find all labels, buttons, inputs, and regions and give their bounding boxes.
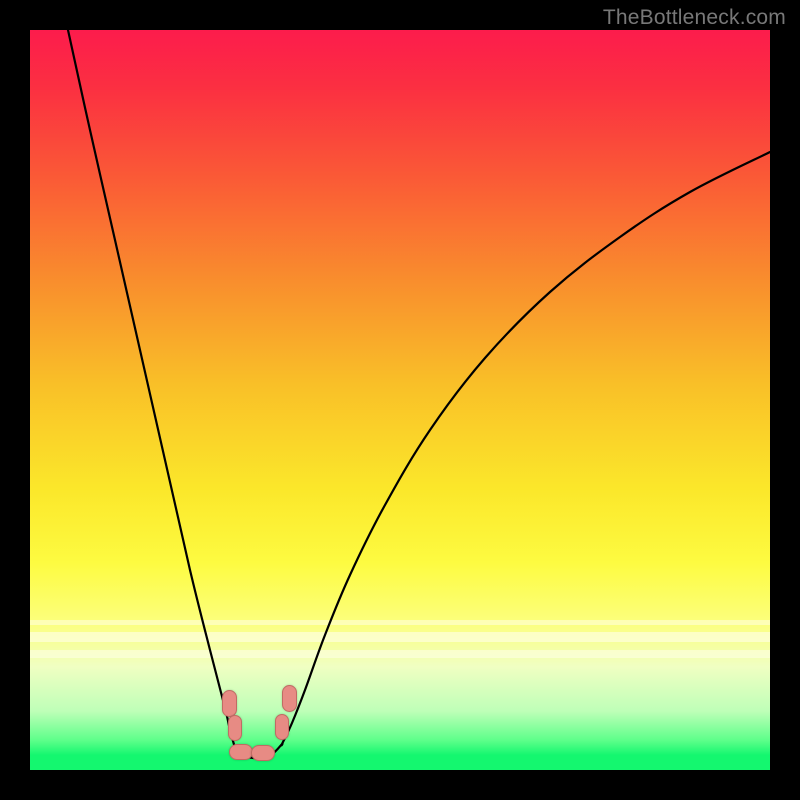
marker-right-mid bbox=[275, 714, 289, 740]
data-markers-layer bbox=[30, 30, 770, 770]
outer-frame: TheBottleneck.com bbox=[0, 0, 800, 800]
plot-area bbox=[30, 30, 770, 770]
marker-bottom-2 bbox=[251, 745, 275, 761]
marker-right-upper bbox=[282, 685, 297, 712]
marker-left-upper bbox=[222, 690, 237, 717]
marker-bottom-1 bbox=[229, 744, 253, 760]
watermark-text: TheBottleneck.com bbox=[603, 6, 786, 30]
marker-left-mid bbox=[228, 715, 242, 741]
